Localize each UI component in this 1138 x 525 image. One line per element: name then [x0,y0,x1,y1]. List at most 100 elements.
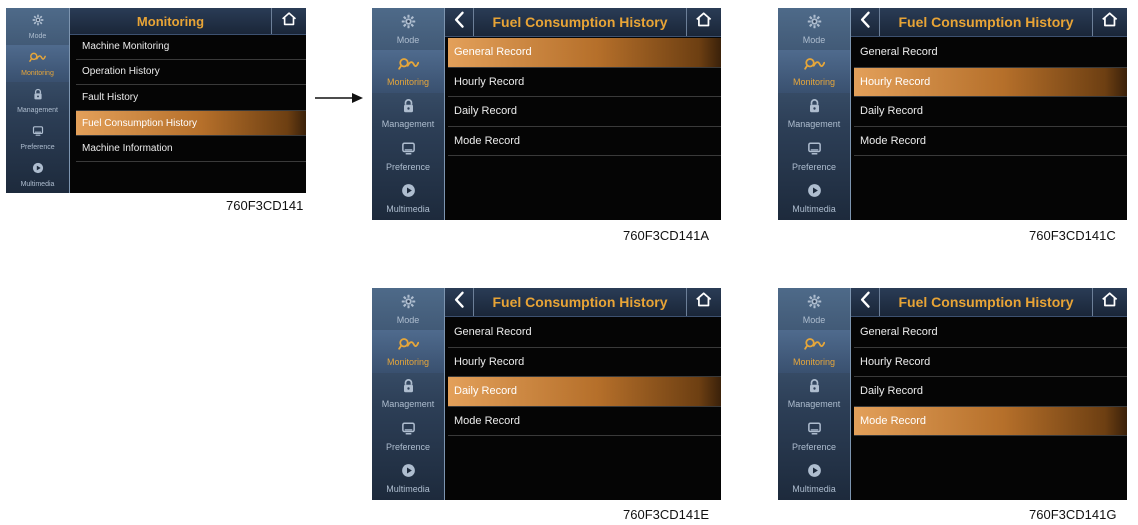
list-item-label: Hourly Record [860,355,931,368]
list-item[interactable]: Daily Record [854,97,1127,127]
home-button[interactable] [1092,288,1127,316]
list-item-label: Daily Record [860,105,923,118]
list-item[interactable]: General Record [448,318,721,348]
sidebar-item-multimedia[interactable]: Multimedia [6,156,69,193]
sidebar-item-label: Management [787,119,841,130]
list-item[interactable]: Mode Record [448,407,721,436]
sidebar-item-mode[interactable]: Mode [778,288,850,330]
play-icon [32,161,44,179]
sidebar-item-monitoring[interactable]: Monitoring [778,50,850,93]
list-item[interactable]: Hourly Record [854,348,1127,377]
play-icon [401,463,416,483]
list-item[interactable]: Fuel Consumption History [76,110,306,137]
gear-icon [401,14,416,34]
sidebar-item-monitoring[interactable]: Monitoring [6,45,69,82]
play-icon [807,183,822,203]
sidebar-item-management[interactable]: Management [372,373,444,415]
list-item[interactable]: Mode Record [854,127,1127,156]
list-item-label: Daily Record [454,385,517,398]
list-item-label: Hourly Record [454,75,525,88]
play-icon [807,463,822,483]
list-item[interactable]: Daily Record [854,377,1127,407]
home-button[interactable] [686,288,721,316]
sidebar-item-label: Monitoring [792,357,836,368]
sidebar-item-label: Preference [20,144,55,151]
list-item[interactable]: Machine Monitoring [76,34,306,60]
sidebar-item-multimedia[interactable]: Multimedia [372,178,444,220]
sidebar-item-label: Multimedia [20,181,55,188]
sidebar-item-management[interactable]: Management [372,93,444,135]
list-item[interactable]: Daily Record [448,97,721,127]
list-item[interactable]: General Record [854,38,1127,68]
list-item-label: Operation History [82,66,160,78]
home-button[interactable] [686,8,721,36]
home-icon [695,11,712,33]
sidebar-item-mode[interactable]: Mode [372,288,444,330]
caption: 760F3CD141E [623,507,709,522]
list-item[interactable]: Daily Record [448,377,721,407]
list-item-label: General Record [454,326,532,339]
sidebar-item-monitoring[interactable]: Monitoring [372,330,444,373]
gear-icon [32,13,44,31]
sidebar-item-preference[interactable]: Preference [6,119,69,156]
chevron-left-icon [860,291,871,313]
home-icon [1101,11,1118,33]
sidebar-item-label: Preference [791,441,837,452]
monitor-icon [401,421,416,441]
sidebar-item-management[interactable]: Management [778,93,850,135]
list-item-label: Mode Record [454,414,521,427]
sidebar-item-label: Mode [396,314,420,325]
sidebar-item-preference[interactable]: Preference [778,135,850,177]
list-item[interactable]: Hourly Record [448,68,721,97]
monitoring-icon [803,56,825,76]
sidebar-item-management[interactable]: Management [778,373,850,415]
list-item[interactable]: Machine Information [76,136,306,162]
back-button[interactable] [851,8,880,36]
list-item-label: General Record [860,46,938,59]
list-item-label: Mode Record [860,134,927,147]
home-button[interactable] [1092,8,1127,36]
list-item[interactable]: General Record [448,38,721,68]
gear-icon [401,294,416,314]
list-item-label: Hourly Record [454,355,525,368]
sidebar-item-label: Management [381,399,435,410]
record-list: General Record Hourly Record Daily Record M… [448,318,721,500]
lock-icon [807,98,822,118]
sidebar-item-label: Preference [385,161,431,172]
list-item[interactable]: Hourly Record [448,348,721,377]
monitor-icon [401,141,416,161]
sidebar-item-monitoring[interactable]: Monitoring [372,50,444,93]
record-list: General Record Hourly Record Daily Record M… [854,38,1127,220]
lock-icon [32,87,44,105]
list-item-label: Fuel Consumption History [82,117,198,129]
sidebar-item-preference[interactable]: Preference [372,135,444,177]
sidebar-item-label: Management [381,119,435,130]
sidebar-item-label: Multimedia [386,204,430,215]
sidebar-item-mode[interactable]: Mode [6,8,69,45]
fuel-history-screen: Mode Monitoring Management Preference Multim… [778,8,1127,220]
sidebar-item-mode[interactable]: Mode [372,8,444,50]
home-button[interactable] [271,8,306,34]
list-item[interactable]: Mode Record [448,127,721,156]
fuel-history-screen: Mode Monitoring Management Preference Multim… [372,8,721,220]
sidebar-item-management[interactable]: Management [6,82,69,119]
sidebar-item-monitoring[interactable]: Monitoring [778,330,850,373]
page-title: Fuel Consumption History [898,14,1074,30]
list-item[interactable]: Fault History [76,85,306,111]
list-item[interactable]: Operation History [76,60,306,86]
sidebar-item-multimedia[interactable]: Multimedia [778,178,850,220]
sidebar: Mode Monitoring Management Preference Multim… [6,8,70,193]
back-button[interactable] [445,8,474,36]
sidebar-item-multimedia[interactable]: Multimedia [372,458,444,500]
record-list: General Record Hourly Record Daily Record M… [854,318,1127,500]
sidebar-item-preference[interactable]: Preference [778,415,850,457]
list-item[interactable]: Hourly Record [854,67,1127,97]
sidebar-item-mode[interactable]: Mode [778,8,850,50]
list-item[interactable]: General Record [854,318,1127,348]
back-button[interactable] [851,288,880,316]
list-item[interactable]: Mode Record [854,406,1127,436]
play-icon [401,183,416,203]
sidebar-item-preference[interactable]: Preference [372,415,444,457]
back-button[interactable] [445,288,474,316]
sidebar-item-multimedia[interactable]: Multimedia [778,458,850,500]
